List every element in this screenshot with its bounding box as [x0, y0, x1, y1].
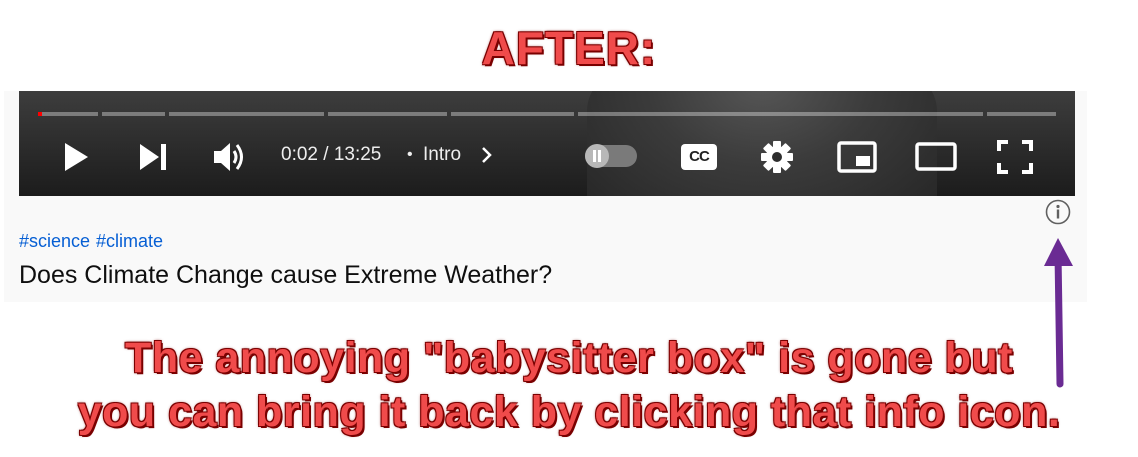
- info-button[interactable]: [1045, 199, 1071, 225]
- mute-button[interactable]: [212, 140, 248, 174]
- annotation-caption-line2: you can bring it back by clicking that i…: [77, 388, 1061, 436]
- next-button[interactable]: [137, 141, 169, 173]
- theater-mode-button[interactable]: [915, 142, 957, 172]
- subtitles-button[interactable]: CC: [681, 144, 717, 170]
- chapter-chevron[interactable]: [479, 146, 495, 164]
- chapter-segment[interactable]: [327, 112, 447, 116]
- progress-bar[interactable]: [38, 112, 1056, 116]
- miniplayer-button[interactable]: [837, 141, 877, 173]
- video-title: Does Climate Change cause Extreme Weathe…: [19, 261, 553, 289]
- annotation-heading: AFTER:: [481, 22, 657, 74]
- hashtag-link[interactable]: #climate: [96, 231, 163, 251]
- hashtag-link[interactable]: #science: [19, 231, 90, 251]
- chapter-separator: •: [407, 146, 413, 163]
- settings-icon: [761, 141, 793, 173]
- chapter-segment[interactable]: [450, 112, 574, 116]
- settings-button[interactable]: [759, 140, 795, 174]
- chapter-segment[interactable]: [169, 112, 324, 116]
- chapter-segment[interactable]: [986, 112, 1056, 116]
- chapter-segment[interactable]: [101, 112, 165, 116]
- fullscreen-button[interactable]: [997, 140, 1033, 174]
- info-icon: [1045, 199, 1071, 225]
- chapter-segment[interactable]: [38, 112, 98, 116]
- video-player[interactable]: 0:02 / 13:25 • Intro CC: [19, 91, 1075, 196]
- chapter-title[interactable]: Intro: [423, 143, 461, 167]
- annotation-caption-line1: The annoying "babysitter box" is gone bu…: [125, 334, 1013, 382]
- next-icon: [140, 144, 166, 170]
- chevron-right-icon: [482, 147, 492, 163]
- time-display: 0:02 / 13:25: [281, 144, 382, 165]
- miniplayer-icon: [837, 141, 877, 173]
- theater-mode-icon: [915, 142, 957, 171]
- play-button[interactable]: [61, 141, 91, 173]
- play-icon: [65, 143, 88, 171]
- volume-icon: [214, 143, 243, 171]
- cc-icon: CC: [689, 148, 710, 165]
- chapter-segment[interactable]: [577, 112, 983, 116]
- pause-icon: [593, 150, 601, 162]
- hashtags: #science #climate: [19, 230, 169, 252]
- autoplay-knob: [585, 144, 609, 168]
- fullscreen-icon: [997, 140, 1033, 174]
- autoplay-toggle[interactable]: [585, 144, 637, 168]
